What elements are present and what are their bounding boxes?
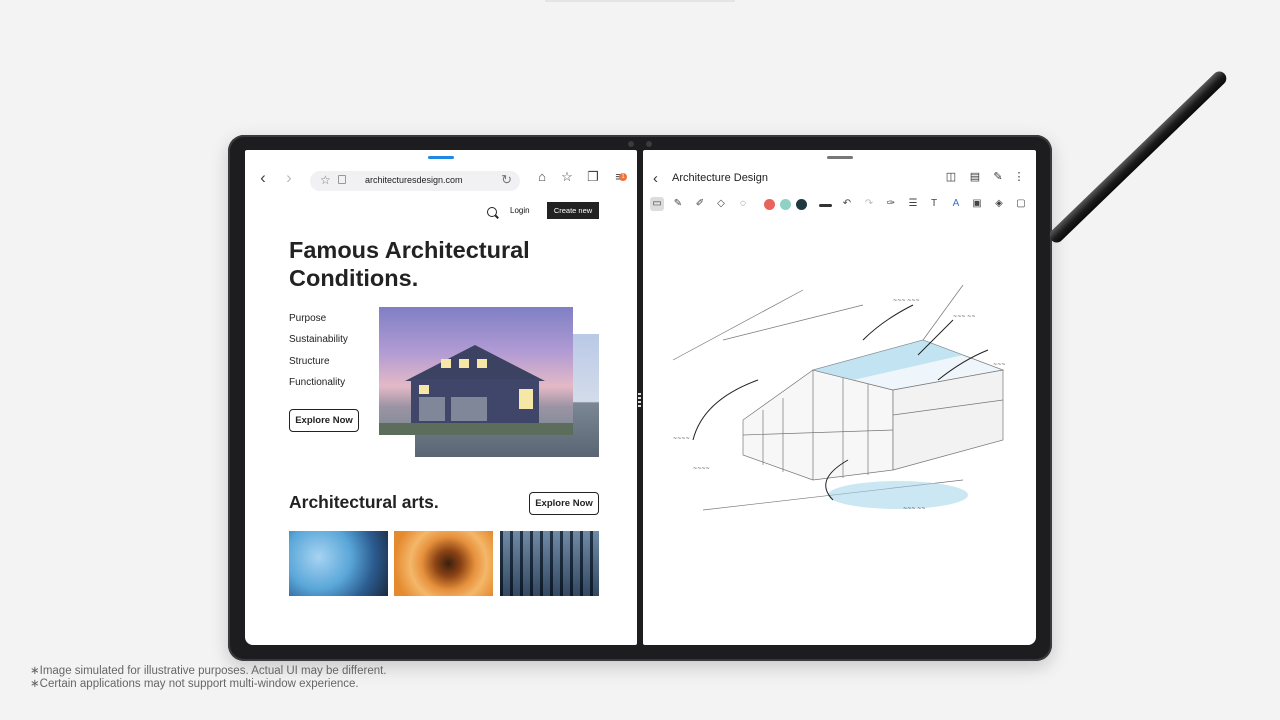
disclaimer-line-2: ∗Certain applications may not support mu… — [30, 678, 359, 690]
explore-now-button[interactable]: Explore Now — [289, 409, 359, 432]
color-red-swatch[interactable] — [764, 199, 775, 210]
site-header: Login Create new — [245, 202, 637, 222]
hero-image-house — [379, 307, 573, 435]
window-handle[interactable] — [428, 156, 454, 159]
thumbnail-building[interactable] — [289, 531, 388, 596]
menu-item-sustainability[interactable]: Sustainability — [289, 334, 348, 355]
pages-icon[interactable]: ▤ — [968, 170, 982, 183]
architecture-sketch: ~~~ ~~~ ~~~ ~~ ~~~ ~~~~ ~~~~ ~~~ ~~ — [672, 284, 1006, 512]
text-style-icon[interactable]: T — [927, 197, 941, 211]
hero-title: Famous Architectural Conditions. — [289, 237, 530, 291]
notification-badge: 1 — [619, 173, 627, 181]
svg-text:~~~ ~~: ~~~ ~~ — [953, 314, 976, 320]
window-handle[interactable] — [827, 156, 853, 159]
create-new-button[interactable]: Create new — [547, 202, 599, 219]
svg-text:~~~ ~~~: ~~~ ~~~ — [893, 298, 920, 304]
redo-icon[interactable]: ↷ — [862, 197, 876, 211]
back-icon[interactable]: ‹ — [653, 170, 658, 187]
disclaimer: ∗Image simulated for illustrative purpos… — [30, 665, 387, 691]
browser-toolbar: ‹ › ☆ architecturesdesign.com ↻ ⌂ ☆ ❐ ≡ … — [245, 162, 637, 194]
attach-icon[interactable]: ✎ — [991, 170, 1005, 183]
pen-settings-icon[interactable]: ✑ — [884, 197, 898, 211]
font-icon[interactable]: A — [949, 197, 963, 211]
camera-icon — [646, 141, 652, 147]
menu-item-structure[interactable]: Structure — [289, 356, 348, 377]
drawing-toolbar: ▭ ✎ ✐ ◇ ◌ ↶ ↷ ✑ ☰ T A ▣ ◈ ▢ — [643, 195, 1036, 215]
more-icon[interactable]: ⋮ — [1012, 170, 1026, 183]
login-link[interactable]: Login — [510, 206, 530, 215]
color-mint-swatch[interactable] — [780, 199, 791, 210]
address-bar[interactable]: ☆ architecturesdesign.com ↻ — [310, 171, 520, 191]
bookmarks-icon[interactable]: ☆ — [558, 169, 576, 185]
tabs-icon[interactable]: ❐ — [584, 169, 602, 185]
s-pen-stylus — [1046, 68, 1230, 246]
color-dark-swatch[interactable] — [796, 199, 807, 210]
url-text[interactable]: architecturesdesign.com — [365, 175, 463, 185]
menu-item-purpose[interactable]: Purpose — [289, 313, 348, 334]
thumbnail-ceiling[interactable] — [500, 531, 599, 596]
lasso-icon[interactable]: ◌ — [736, 197, 750, 211]
keyboard-mode-icon[interactable]: ▭ — [650, 197, 664, 211]
svg-text:~~~~: ~~~~ — [693, 466, 710, 472]
lock-icon — [338, 175, 346, 184]
undo-icon[interactable]: ↶ — [840, 197, 854, 211]
category-list: Purpose Sustainability Structure Functio… — [289, 313, 348, 398]
search-icon[interactable] — [487, 207, 497, 217]
convert-text-icon[interactable]: ▣ — [970, 197, 984, 211]
menu-item-functionality[interactable]: Functionality — [289, 377, 348, 398]
back-icon[interactable]: ‹ — [253, 168, 273, 188]
split-divider[interactable] — [638, 393, 641, 407]
reload-icon[interactable]: ↻ — [501, 172, 512, 188]
note-title: Architecture Design — [672, 172, 768, 184]
top-edge-line — [545, 0, 735, 2]
thumbnail-staircase[interactable] — [394, 531, 493, 596]
insert-icon[interactable]: ▢ — [1014, 197, 1028, 211]
svg-text:~~~~: ~~~~ — [673, 436, 690, 442]
home-icon[interactable]: ⌂ — [533, 169, 551, 184]
browser-window: ‹ › ☆ architecturesdesign.com ↻ ⌂ ☆ ❐ ≡ … — [245, 150, 637, 645]
forward-icon[interactable]: › — [279, 168, 299, 188]
book-view-icon[interactable]: ◫ — [944, 170, 958, 183]
notes-header: ‹ Architecture Design ◫ ▤ ✎ ⋮ — [643, 167, 1036, 191]
eraser-icon[interactable]: ◇ — [714, 197, 728, 211]
section-explore-button[interactable]: Explore Now — [529, 492, 599, 515]
notes-window: ‹ Architecture Design ◫ ▤ ✎ ⋮ ▭ ✎ ✐ ◇ ◌ … — [643, 150, 1036, 645]
disclaimer-line-1: ∗Image simulated for illustrative purpos… — [30, 665, 387, 677]
camera-icon — [628, 141, 634, 147]
bookmark-star-icon[interactable]: ☆ — [320, 173, 331, 187]
highlighter-icon[interactable]: ✐ — [693, 197, 707, 211]
svg-text:~~~ ~~: ~~~ ~~ — [903, 506, 926, 512]
pen-tool-icon[interactable]: ✎ — [671, 197, 685, 211]
stroke-width-icon[interactable] — [819, 204, 832, 207]
section-title: Architectural arts. — [289, 492, 439, 512]
svg-text:~~~: ~~~ — [993, 362, 1006, 368]
shapes-icon[interactable]: ◈ — [992, 197, 1006, 211]
text-align-icon[interactable]: ☰ — [906, 197, 920, 211]
